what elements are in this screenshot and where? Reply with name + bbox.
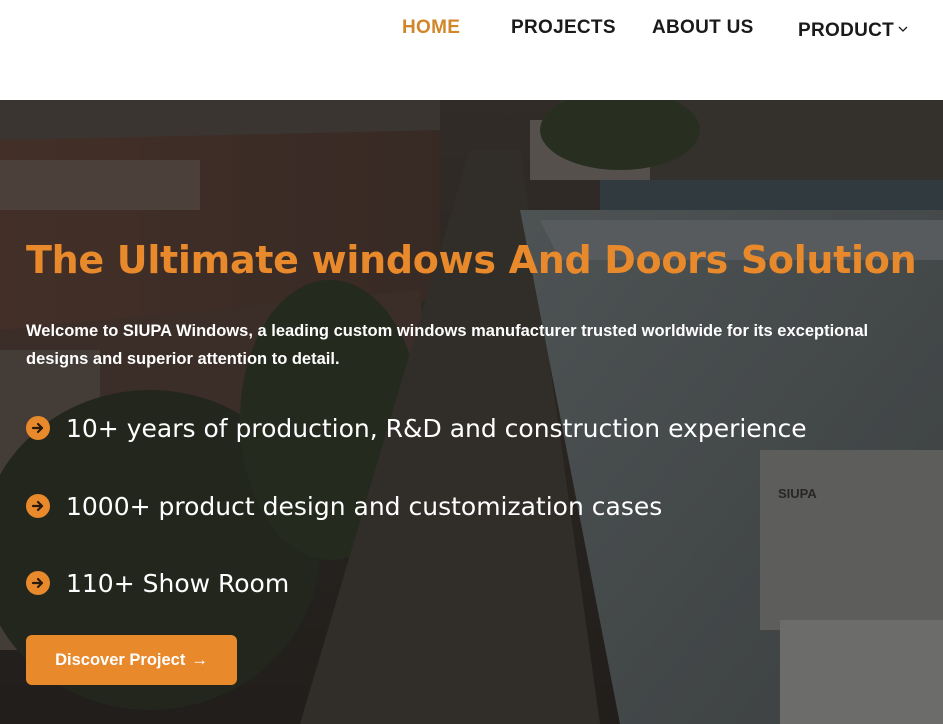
hero-title: The Ultimate windows And Doors Solution [26,238,917,282]
discover-project-button[interactable]: Discover Project → [26,635,237,685]
nav-item-product-label: PRODUCT [798,20,895,41]
feature-item: 110+ Show Room [26,566,289,600]
chevron-down-icon [898,17,908,39]
site-header: HOME PROJECTS ABOUT US PRODUCT [0,0,943,100]
arrow-right-icon: → [191,650,208,669]
discover-project-label: Discover Project [55,650,186,669]
arrow-circle-icon [26,571,50,595]
nav-item-projects[interactable]: PROJECTS [511,17,616,39]
arrow-circle-icon [26,416,50,440]
feature-item: 10+ years of production, R&D and constru… [26,411,807,445]
arrow-circle-icon [26,494,50,518]
hero-section: SIUPA The Ultimate windows And Doors Sol… [0,100,943,724]
feature-text: 10+ years of production, R&D and constru… [66,413,807,443]
nav-item-product[interactable]: PRODUCT [798,17,908,42]
feature-text: 1000+ product design and customization c… [66,491,663,521]
nav-item-about-us[interactable]: ABOUT US [652,17,754,39]
nav-item-home[interactable]: HOME [402,17,460,39]
hero-subtitle: Welcome to SIUPA Windows, a leading cust… [26,322,869,368]
main-nav: HOME PROJECTS ABOUT US PRODUCT [0,17,943,41]
feature-item: 1000+ product design and customization c… [26,489,662,523]
feature-text: 110+ Show Room [66,568,290,598]
